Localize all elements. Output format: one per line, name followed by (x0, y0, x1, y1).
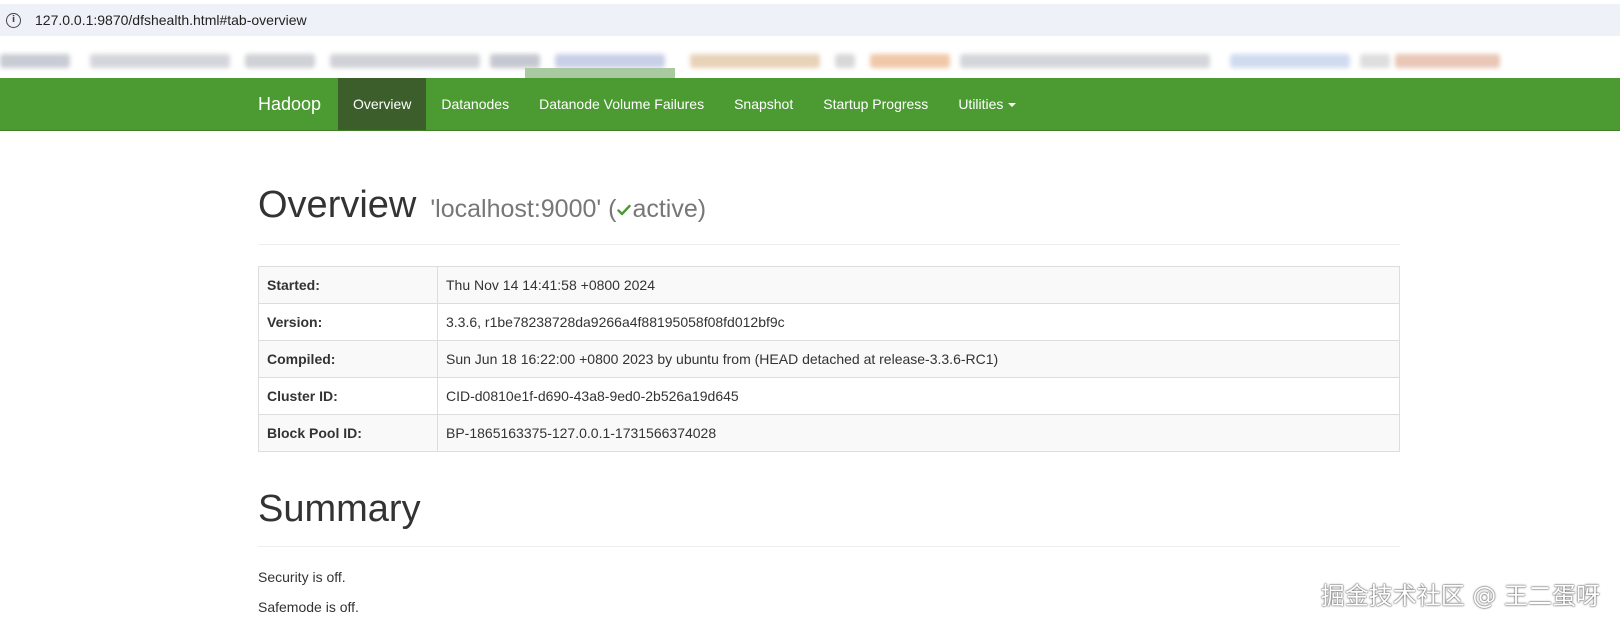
row-value: BP-1865163375-127.0.0.1-1731566374028 (437, 414, 1400, 452)
overview-table: Started: Thu Nov 14 14:41:58 +0800 2024 … (258, 266, 1400, 452)
table-row: Started: Thu Nov 14 14:41:58 +0800 2024 (258, 266, 1400, 304)
bookmark-item[interactable] (490, 54, 540, 68)
namenode-status: 'localhost:9000' ( active) (430, 195, 706, 224)
row-value: CID-d0810e1f-d690-43a8-9ed0-2b526a19d645 (437, 377, 1400, 415)
bookmark-item[interactable] (330, 54, 480, 68)
bookmark-item[interactable] (870, 54, 950, 68)
caret-down-icon (1008, 103, 1017, 108)
info-icon[interactable]: i (6, 12, 21, 28)
nav-item-snapshot[interactable]: Snapshot (719, 78, 808, 130)
table-row: Block Pool ID: BP-1865163375-127.0.0.1-1… (258, 414, 1400, 452)
nav-item-utilities-label: Utilities (958, 96, 1004, 112)
row-value: Sun Jun 18 16:22:00 +0800 2023 by ubuntu… (437, 340, 1400, 378)
nav-item-datanodes[interactable]: Datanodes (426, 78, 524, 130)
row-key: Version: (258, 303, 438, 341)
nav-item-overview[interactable]: Overview (338, 78, 427, 130)
address-bar: i 127.0.0.1:9870/dfshealth.html#tab-over… (0, 0, 1620, 38)
bookmarks-bar (0, 38, 1620, 78)
row-key: Started: (258, 266, 438, 304)
summary-title: Summary (258, 490, 1400, 547)
table-row: Version: 3.3.6, r1be78238728da9266a4f881… (258, 303, 1400, 341)
security-status: Security is off. (258, 569, 346, 585)
navbar: Hadoop Overview Datanodes Datanode Volum… (0, 78, 1620, 131)
bookmark-item[interactable] (555, 54, 665, 68)
overview-header: Overview 'localhost:9000' ( active) (258, 186, 1400, 245)
bookmark-item[interactable] (0, 54, 70, 68)
bookmark-item[interactable] (835, 54, 855, 68)
bookmark-item[interactable] (90, 54, 230, 68)
table-row: Compiled: Sun Jun 18 16:22:00 +0800 2023… (258, 340, 1400, 378)
nav-item-datanode-volume-failures[interactable]: Datanode Volume Failures (524, 78, 719, 130)
namenode-state: active) (632, 195, 707, 223)
main-content: Overview 'localhost:9000' ( active) Start… (258, 130, 1400, 615)
nav-items: Overview Datanodes Datanode Volume Failu… (338, 78, 1031, 130)
url-field[interactable]: i 127.0.0.1:9870/dfshealth.html#tab-over… (0, 4, 1620, 36)
row-key: Cluster ID: (258, 377, 438, 415)
bookmark-item[interactable] (690, 54, 820, 68)
row-value: Thu Nov 14 14:41:58 +0800 2024 (437, 266, 1400, 304)
nav-item-utilities[interactable]: Utilities (943, 78, 1031, 130)
table-row: Cluster ID: CID-d0810e1f-d690-43a8-9ed0-… (258, 377, 1400, 415)
safemode-status: Safemode is off. (258, 599, 359, 615)
watermark: 掘金技术社区 @ 王二蛋呀 (1320, 582, 1600, 610)
tab-indicator (525, 68, 675, 78)
page-title: Overview (258, 184, 417, 226)
bookmark-item[interactable] (1360, 54, 1390, 68)
url-text: 127.0.0.1:9870/dfshealth.html#tab-overvi… (35, 12, 307, 28)
bookmark-item[interactable] (1395, 54, 1500, 68)
nav-item-startup-progress[interactable]: Startup Progress (808, 78, 943, 130)
namenode-host: 'localhost:9000' ( (430, 195, 617, 223)
row-key: Compiled: (258, 340, 438, 378)
bookmark-item[interactable] (245, 54, 315, 68)
brand-logo[interactable]: Hadoop (258, 78, 321, 130)
bookmark-item[interactable] (960, 54, 1210, 68)
bookmark-item[interactable] (1230, 54, 1350, 68)
row-value: 3.3.6, r1be78238728da9266a4f88195058f08f… (437, 303, 1400, 341)
check-icon (617, 204, 632, 216)
row-key: Block Pool ID: (258, 414, 438, 452)
